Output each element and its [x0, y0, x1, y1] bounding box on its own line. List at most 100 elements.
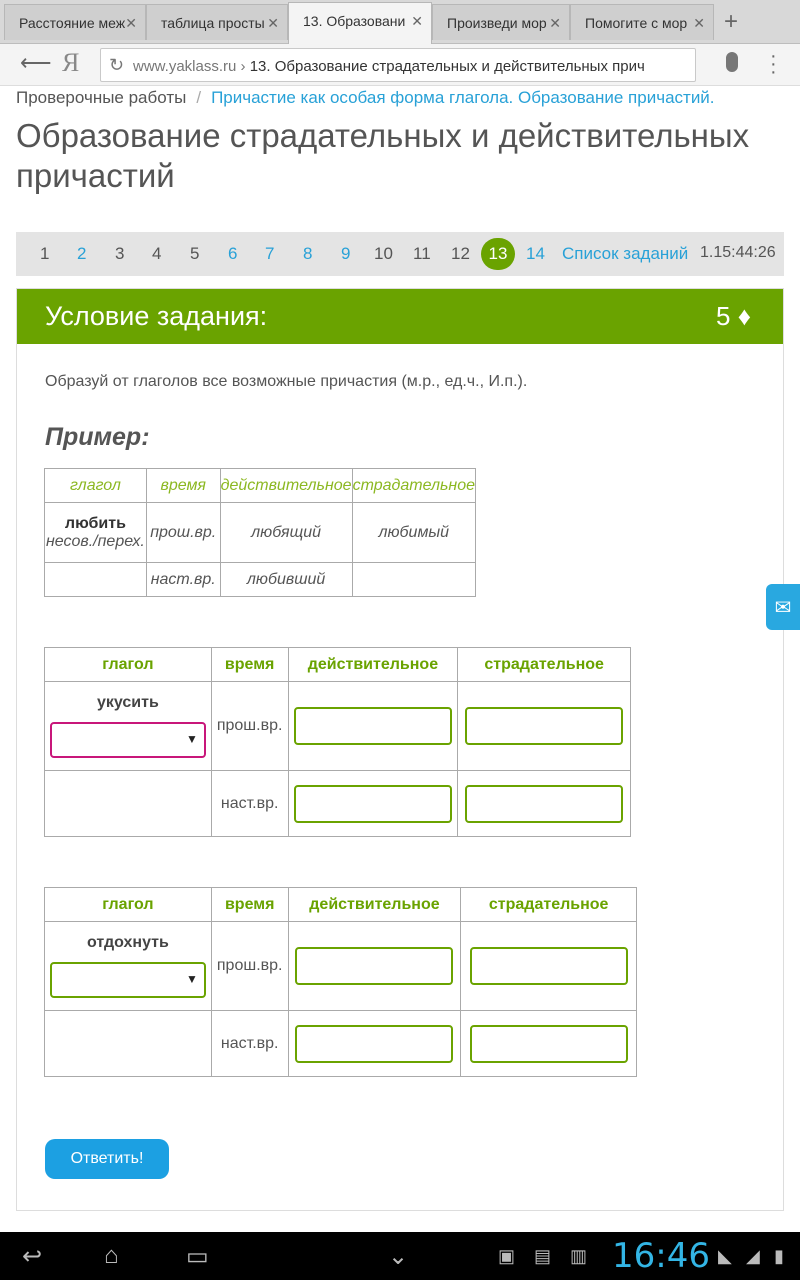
passive-present-input[interactable]: [465, 784, 624, 823]
submit-button[interactable]: Ответить!: [45, 1139, 169, 1179]
page-link-14[interactable]: 14: [526, 244, 545, 264]
browser-tab[interactable]: таблица просты ✕: [146, 4, 288, 40]
gallery-icon: ▣: [498, 1246, 516, 1266]
column-header: время: [210, 647, 289, 682]
browser-tab[interactable]: Расстояние меж ✕: [4, 4, 146, 40]
battery-icon: ▮: [774, 1246, 784, 1266]
system-nav-bar: ↩ ⌂ ▭ ⌄ ▣ ▤ ▥ 16:46 ◣ ◢ ▮: [0, 1232, 800, 1280]
overflow-menu-icon[interactable]: · · ·: [770, 46, 777, 82]
recent-apps-icon[interactable]: ▭: [186, 1242, 209, 1271]
page-link-9[interactable]: 9: [341, 244, 350, 264]
example-active: любивший: [219, 562, 353, 597]
tab-label: таблица просты: [161, 15, 265, 31]
close-icon[interactable]: ✕: [549, 15, 561, 32]
column-header: глагол: [44, 647, 212, 682]
answer-cell: [457, 770, 631, 837]
page-title: Образование страдательных и действительн…: [16, 117, 750, 194]
verb-aspect-select[interactable]: ▼: [49, 962, 206, 998]
page-link-10[interactable]: 10: [374, 244, 393, 264]
back-arrow-icon[interactable]: ⟵: [20, 50, 52, 76]
example-title: Пример:: [45, 423, 150, 451]
close-icon[interactable]: ✕: [411, 13, 423, 30]
plus-icon[interactable]: +: [724, 8, 738, 36]
page-link-4[interactable]: 4: [152, 244, 161, 264]
tab-label: Произведи мор: [447, 15, 547, 31]
tab-label: 13. Образовани: [303, 13, 406, 29]
example-passive: [351, 562, 477, 597]
task-header-title: Условие задания:: [45, 301, 268, 331]
example-passive: любимый: [351, 502, 477, 563]
address-bar[interactable]: ↻ www.yaklass.ru › 13. Образование страд…: [100, 48, 696, 82]
url-title: 13. Образование страдательных и действит…: [249, 58, 645, 75]
answer-cell: [460, 921, 637, 1011]
close-icon[interactable]: ✕: [693, 15, 705, 32]
answer-cell: [287, 770, 459, 837]
answer-cell: [287, 921, 462, 1011]
chevron-down-icon[interactable]: ⌄: [388, 1242, 408, 1271]
task-pager: 1 2 3 4 5 6 7 8 9 10 11 12 13 14 Список …: [16, 232, 784, 276]
wifi-icon: ◣: [718, 1246, 732, 1266]
breadcrumb-separator: /: [196, 88, 202, 107]
question-table: глагол время действительное страдательно…: [44, 647, 631, 837]
page-link-5[interactable]: 5: [190, 244, 199, 264]
verb-cell: укусить ▼: [44, 681, 212, 771]
example-active: любящий: [219, 502, 353, 563]
browser-toolbar: ⟵ Я ↻ www.yaklass.ru › 13. Образование с…: [0, 44, 800, 86]
browser-tab-bar: Расстояние меж ✕ таблица просты ✕ 13. Обра…: [0, 0, 800, 44]
back-icon[interactable]: ↩: [22, 1242, 42, 1271]
signal-icon: ◢: [746, 1246, 760, 1266]
tense-label: прош.вр.: [210, 681, 289, 771]
breadcrumb-item[interactable]: Проверочные работы: [16, 88, 186, 107]
page-link-1[interactable]: 1: [40, 244, 49, 264]
example-verb: любить: [64, 514, 126, 532]
browser-tab[interactable]: Помогите с мор ✕: [570, 4, 714, 40]
active-present-input[interactable]: [295, 1024, 454, 1063]
search-logo-icon[interactable]: Я: [62, 48, 79, 78]
gift-icon: ▥: [570, 1246, 588, 1266]
page-link-11[interactable]: 11: [413, 244, 431, 264]
answer-cell: [287, 681, 459, 771]
page-link-3[interactable]: 3: [115, 244, 124, 264]
tense-label: наст.вр.: [210, 1010, 289, 1077]
active-past-input[interactable]: [293, 707, 452, 745]
question-table: глагол время действительное страдательно…: [44, 887, 637, 1077]
microphone-icon[interactable]: [726, 52, 738, 72]
passive-past-input[interactable]: [469, 947, 628, 985]
example-verb-cell: любить несов./перех.: [44, 502, 147, 563]
tab-label: Помогите с мор: [585, 15, 688, 31]
briefcase-icon: ▤: [534, 1246, 552, 1266]
passive-present-input[interactable]: [469, 1024, 628, 1063]
page-link-2[interactable]: 2: [77, 244, 86, 264]
mail-icon[interactable]: ✉: [766, 584, 800, 630]
column-header: страдательное: [460, 887, 637, 922]
page-link-8[interactable]: 8: [303, 244, 312, 264]
example-tense: наст.вр.: [145, 562, 221, 597]
active-past-input[interactable]: [295, 947, 454, 985]
column-header: страдательное: [351, 468, 477, 503]
page-link-7[interactable]: 7: [265, 244, 274, 264]
breadcrumb: Проверочные работы / Причастие как особая …: [16, 88, 715, 108]
close-icon[interactable]: ✕: [125, 15, 137, 32]
diamond-icon: ♦: [737, 301, 751, 331]
passive-past-input[interactable]: [465, 707, 624, 745]
verb-name: укусить: [96, 694, 159, 711]
page-link-12[interactable]: 12: [451, 244, 470, 264]
empty-cell: [44, 562, 147, 597]
reload-icon[interactable]: ↻: [109, 55, 124, 76]
active-present-input[interactable]: [293, 784, 452, 823]
breadcrumb-link[interactable]: Причастие как особая форма глагола. Обра…: [211, 88, 714, 107]
url-host: www.yaklass.ru: [133, 58, 237, 75]
close-icon[interactable]: ✕: [267, 15, 279, 32]
tab-label: Расстояние меж: [19, 15, 126, 31]
browser-tab-active[interactable]: 13. Образовани ✕: [288, 2, 432, 44]
example-table: глагол время действительное страдательно…: [44, 468, 477, 597]
home-icon[interactable]: ⌂: [104, 1242, 119, 1270]
verb-aspect-select[interactable]: ▼: [49, 722, 206, 758]
page-link-current[interactable]: 13: [481, 238, 515, 270]
page-link-6[interactable]: 6: [228, 244, 237, 264]
column-header: время: [145, 468, 221, 503]
verb-name: отдохнуть: [86, 934, 169, 951]
column-header: действительное: [287, 887, 462, 922]
browser-tab[interactable]: Произведи мор ✕: [432, 4, 570, 40]
task-list-link[interactable]: Список заданий: [562, 244, 688, 264]
